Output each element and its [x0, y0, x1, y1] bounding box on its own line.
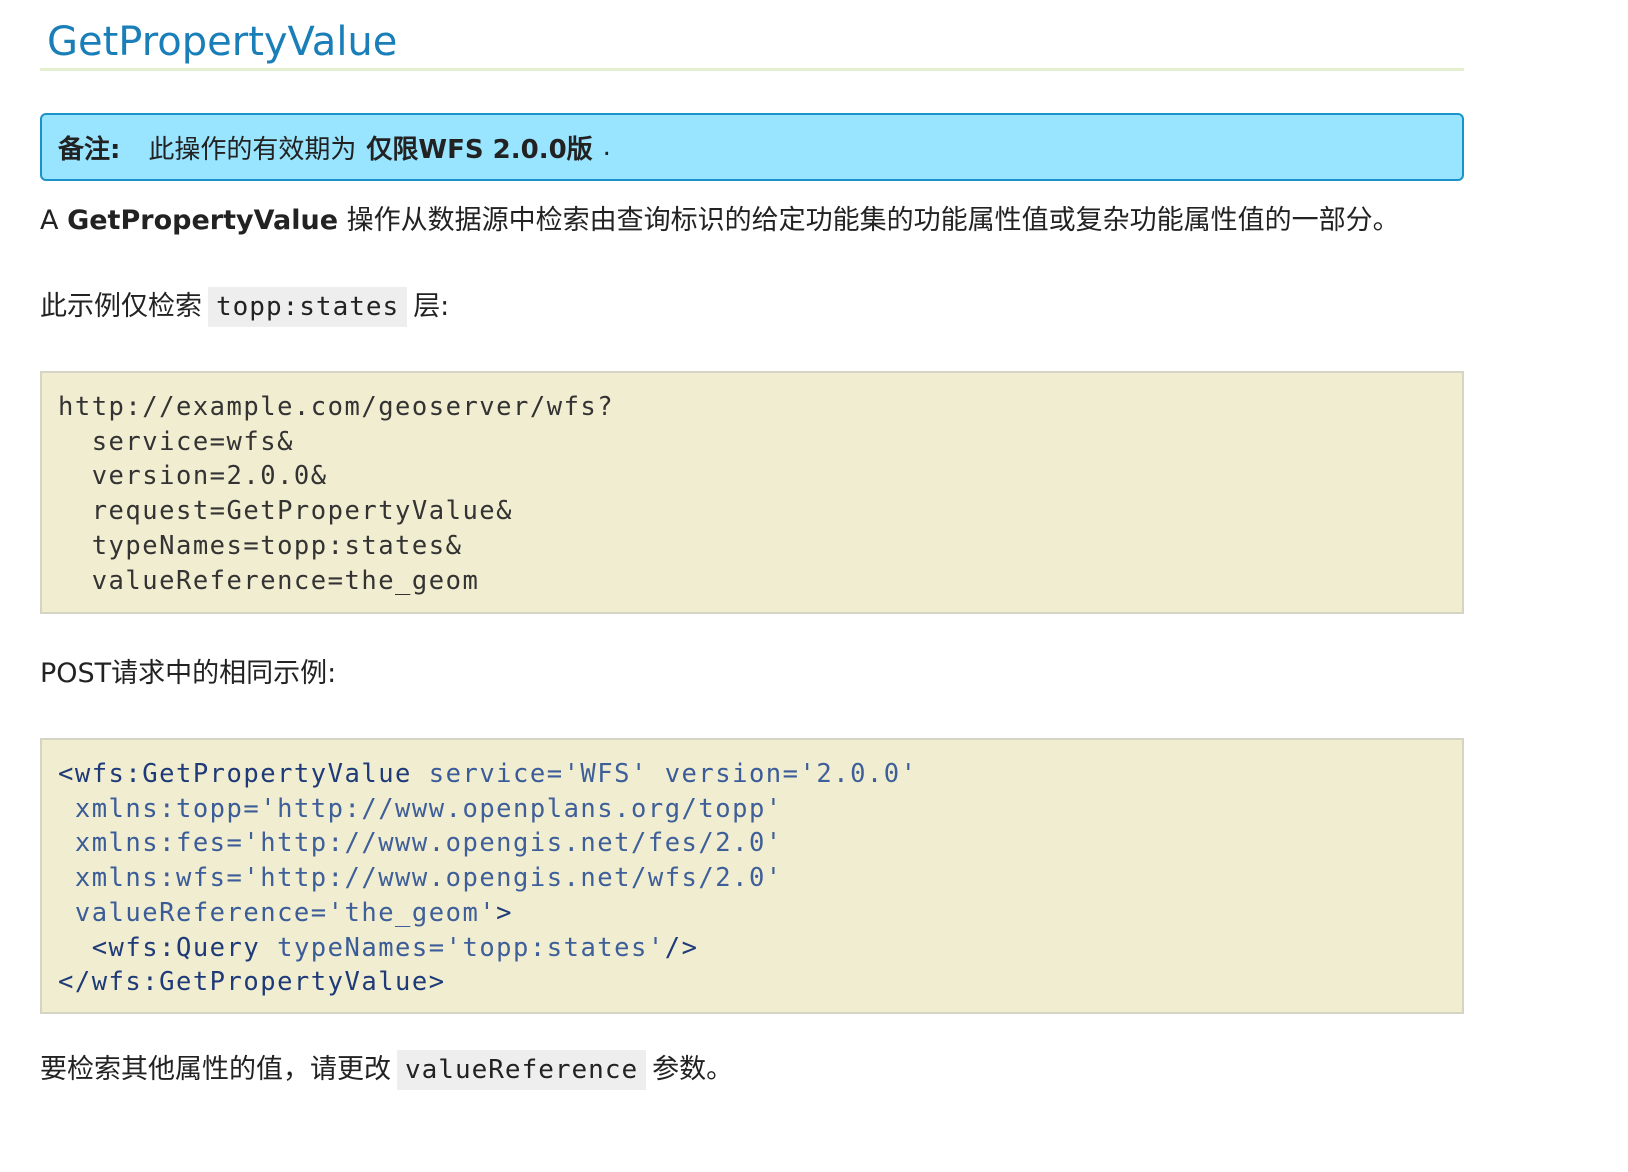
code-token-attribute: typeNames=	[260, 932, 446, 963]
code-line: </wfs:GetPropertyValue>	[58, 965, 1462, 1000]
outro-text-end: 参数。	[652, 1054, 734, 1085]
code-line: typeNames=topp:states&	[58, 530, 463, 561]
code-line: valueReference=the_geom	[58, 565, 480, 596]
get-request-code-block: http://example.com/geoserver/wfs? servic…	[40, 371, 1464, 614]
post-example-caption: POST请求中的相同示例:	[40, 658, 337, 689]
code-line: service=wfs&	[58, 426, 294, 457]
code-line: http://example.com/geoserver/wfs?	[58, 392, 615, 422]
outro-paragraph: 要检索其他属性的值，请更改 valueReference 参数。	[40, 1050, 1464, 1090]
code-token-attribute: version=	[647, 759, 800, 789]
code-line: request=GetPropertyValue&	[58, 496, 514, 527]
code-token-string: 'WFS'	[563, 759, 648, 789]
intro-prefix: A	[40, 205, 59, 236]
code-line: <wfs:Query typeNames='topp:states'/>	[58, 931, 1462, 966]
code-line: valueReference='the_geom'>	[58, 896, 1462, 931]
code-token-tag: />	[664, 932, 699, 963]
code-line: version=2.0.0&	[58, 461, 328, 492]
code-line: xmlns:wfs='http://www.opengis.net/wfs/2.…	[58, 861, 1462, 896]
note-label: 备注:	[58, 134, 121, 165]
code-token-string: 'topp:states'	[445, 932, 665, 963]
note-text-end: .	[602, 132, 611, 162]
post-request-code-block: <wfs:GetPropertyValue service='WFS' vers…	[40, 738, 1464, 1014]
inline-code-layer: topp:states	[208, 287, 408, 327]
intro-term: GetPropertyValue	[67, 205, 339, 236]
code-token-tag: <wfs:GetPropertyValue	[58, 759, 412, 789]
code-token-string: 'http://www.opengis.net/fes/2.0'	[243, 828, 783, 859]
title-divider	[40, 68, 1464, 71]
code-token-tag: </wfs:GetPropertyValue>	[58, 967, 446, 998]
code-token-string: 'http://www.openplans.org/topp'	[260, 793, 783, 824]
code-line: <wfs:GetPropertyValue service='WFS' vers…	[58, 757, 1462, 792]
get-example-caption: 此示例仅检索 topp:states 层:	[40, 287, 1464, 327]
get-caption-end: 层:	[413, 291, 450, 322]
inline-code-param: valueReference	[397, 1050, 647, 1090]
note-admonition: 备注: 此操作的有效期为 仅限WFS 2.0.0版 .	[40, 113, 1464, 181]
intro-text: 操作从数据源中检索由查询标识的给定功能集的功能属性值或复杂功能属性值的一部分。	[346, 205, 1400, 236]
code-token-attribute: xmlns:fes=	[58, 828, 244, 859]
code-line: xmlns:topp='http://www.openplans.org/top…	[58, 792, 1462, 827]
code-token-tag: >	[496, 897, 514, 928]
code-token-string: '2.0.0'	[799, 759, 918, 789]
code-token-attribute: service=	[411, 759, 564, 789]
document-page: GetPropertyValue 备注: 此操作的有效期为 仅限WFS 2.0.…	[40, 0, 1464, 1090]
code-token-tag: <wfs:Query	[58, 932, 261, 963]
code-token-attribute: valueReference=	[58, 897, 328, 928]
get-caption-text: 此示例仅检索	[40, 291, 202, 322]
code-token-string: 'http://www.opengis.net/wfs/2.0'	[243, 863, 783, 894]
code-line: xmlns:fes='http://www.opengis.net/fes/2.…	[58, 826, 1462, 861]
outro-text: 要检索其他属性的值，请更改	[40, 1054, 391, 1085]
intro-paragraph: A GetPropertyValue 操作从数据源中检索由查询标识的给定功能集的…	[40, 201, 1464, 241]
page-title: GetPropertyValue	[47, 19, 398, 65]
code-token-string: 'the_geom'	[327, 897, 497, 928]
code-token-attribute: xmlns:wfs=	[58, 863, 244, 894]
note-text: 此操作的有效期为	[148, 134, 357, 165]
note-strong-text: 仅限WFS 2.0.0版	[366, 134, 593, 165]
code-token-attribute: xmlns:topp=	[58, 793, 261, 824]
